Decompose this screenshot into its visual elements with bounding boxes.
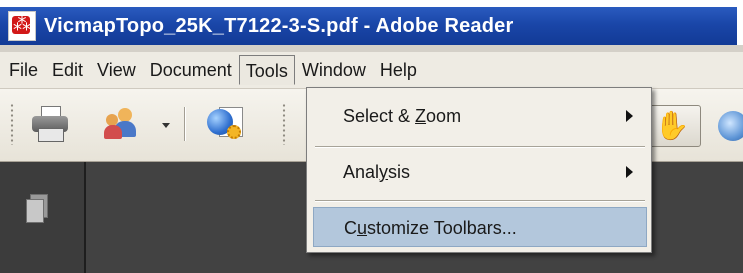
menu-document[interactable]: Document bbox=[143, 55, 239, 85]
menu-item-label-rest: sis bbox=[388, 162, 411, 182]
print-button[interactable] bbox=[28, 101, 72, 145]
hand-tool-icon: ✋ bbox=[654, 109, 690, 142]
menu-item-customize-toolbars[interactable]: Customize Toolbars... bbox=[313, 207, 647, 247]
menu-window[interactable]: Window bbox=[295, 55, 373, 85]
navigation-panel bbox=[0, 162, 86, 273]
top-edge bbox=[0, 0, 743, 7]
menu-tools[interactable]: Tools bbox=[238, 55, 295, 85]
menu-item-accel: Z bbox=[415, 106, 427, 126]
printer-icon bbox=[32, 106, 68, 142]
menu-file[interactable]: File bbox=[2, 55, 45, 85]
menu-separator bbox=[315, 200, 645, 202]
globe-document-icon bbox=[207, 105, 245, 141]
menu-edit[interactable]: Edit bbox=[45, 55, 90, 85]
menu-bar: File Edit View Document Tools Window Hel… bbox=[0, 52, 743, 89]
menu-item-accel: y bbox=[379, 162, 389, 182]
menu-item-label: Select & bbox=[343, 106, 416, 126]
toolbar-separator bbox=[184, 107, 186, 141]
adobe-reader-window: VicmapTopo_25K_T7122-3-S.pdf - Adobe Rea… bbox=[0, 0, 743, 273]
pdf-icon bbox=[8, 11, 36, 41]
title-bar[interactable]: VicmapTopo_25K_T7122-3-S.pdf - Adobe Rea… bbox=[0, 7, 743, 45]
web-document-button[interactable] bbox=[204, 101, 248, 145]
window-title: VicmapTopo_25K_T7122-3-S.pdf - Adobe Rea… bbox=[44, 14, 514, 37]
menu-item-label: C bbox=[344, 218, 357, 238]
menu-separator bbox=[315, 146, 645, 148]
menu-help[interactable]: Help bbox=[373, 55, 424, 85]
menu-item-label-rest: oom bbox=[426, 106, 462, 126]
submenu-arrow-icon bbox=[626, 166, 633, 178]
menu-item-select-zoom[interactable]: Select & Zoom bbox=[313, 96, 647, 136]
menu-item-label: Anal bbox=[343, 162, 380, 182]
menu-view[interactable]: View bbox=[90, 55, 143, 85]
pages-icon[interactable] bbox=[26, 194, 50, 224]
menu-item-label-rest: stomize Toolbars... bbox=[367, 218, 517, 238]
toolbar-grip[interactable] bbox=[10, 103, 14, 145]
users-icon bbox=[104, 106, 140, 140]
submenu-arrow-icon bbox=[626, 110, 633, 122]
collaborate-button[interactable] bbox=[100, 101, 144, 145]
chevron-down-icon[interactable] bbox=[162, 123, 170, 128]
menu-item-analysis[interactable]: Analysis bbox=[313, 152, 647, 192]
toolbar-grip-2[interactable] bbox=[282, 103, 286, 145]
zoom-globe-icon[interactable] bbox=[718, 111, 743, 141]
tools-dropdown-menu: Select & Zoom Analysis Customize Toolbar… bbox=[306, 87, 652, 253]
menu-item-accel: u bbox=[357, 218, 368, 238]
